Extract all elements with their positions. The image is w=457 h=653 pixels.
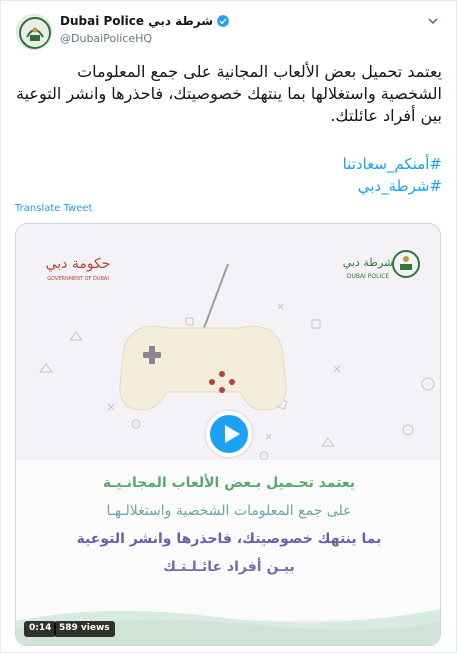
display-name[interactable]: Dubai Police شرطة دبي — [60, 14, 213, 28]
hashtags: #أمنكم_سعادتنا #شرطة_دبي — [15, 153, 442, 197]
verified-badge-icon — [217, 15, 229, 27]
tweet-text: يعتمد تحميل بعض الألعاب المجانية على جمع… — [15, 62, 442, 125]
government-of-dubai-logo: حكومة دبي GOVERNMENT OF DUBAI — [46, 256, 111, 282]
dubai-police-logo — [19, 17, 51, 49]
video-views: 589 views — [54, 621, 115, 637]
hashtag-link[interactable]: #شرطة_دبي — [15, 175, 442, 197]
video-caption-line: يعتمد تحـميل بـعض الألعاب المجانـيـة — [102, 475, 356, 491]
translate-tweet-link[interactable]: Translate Tweet — [15, 203, 92, 214]
play-icon[interactable] — [206, 411, 252, 457]
display-name-row[interactable]: Dubai Police شرطة دبي — [60, 14, 230, 28]
video-caption-line: على جمع المعلومات الشخصية واستغلالـهـا — [106, 503, 352, 519]
video-caption-line: بيـن أفراد عائـلـتـك — [163, 559, 295, 575]
account-handle[interactable]: @DubaiPoliceHQ — [60, 32, 230, 45]
video-caption-line: بما ينتهك خصوصيتك، فاحذرها وانشر التوعية — [76, 531, 382, 547]
chevron-down-icon[interactable] — [426, 14, 440, 28]
video-duration: 0:14 — [24, 621, 57, 637]
tweet-header: Dubai Police شرطة دبي @DubaiPoliceHQ — [16, 12, 446, 52]
logo-left-english: GOVERNMENT OF DUBAI — [47, 276, 109, 282]
video-player[interactable]: حكومة دبي GOVERNMENT OF DUBAI شرطة دبي D… — [15, 223, 441, 646]
decorative-wave — [16, 609, 440, 645]
account-names: Dubai Police شرطة دبي @DubaiPoliceHQ — [60, 14, 230, 45]
tweet-card: Dubai Police شرطة دبي @DubaiPoliceHQ يعت… — [0, 0, 457, 653]
logo-right-arabic: شرطة دبي — [343, 256, 394, 269]
logo-right-english: DUBAI POLICE — [347, 273, 390, 280]
logo-left-arabic: حكومة دبي — [46, 256, 111, 272]
hashtag-link[interactable]: #أمنكم_سعادتنا — [15, 153, 442, 175]
avatar[interactable] — [16, 14, 52, 50]
